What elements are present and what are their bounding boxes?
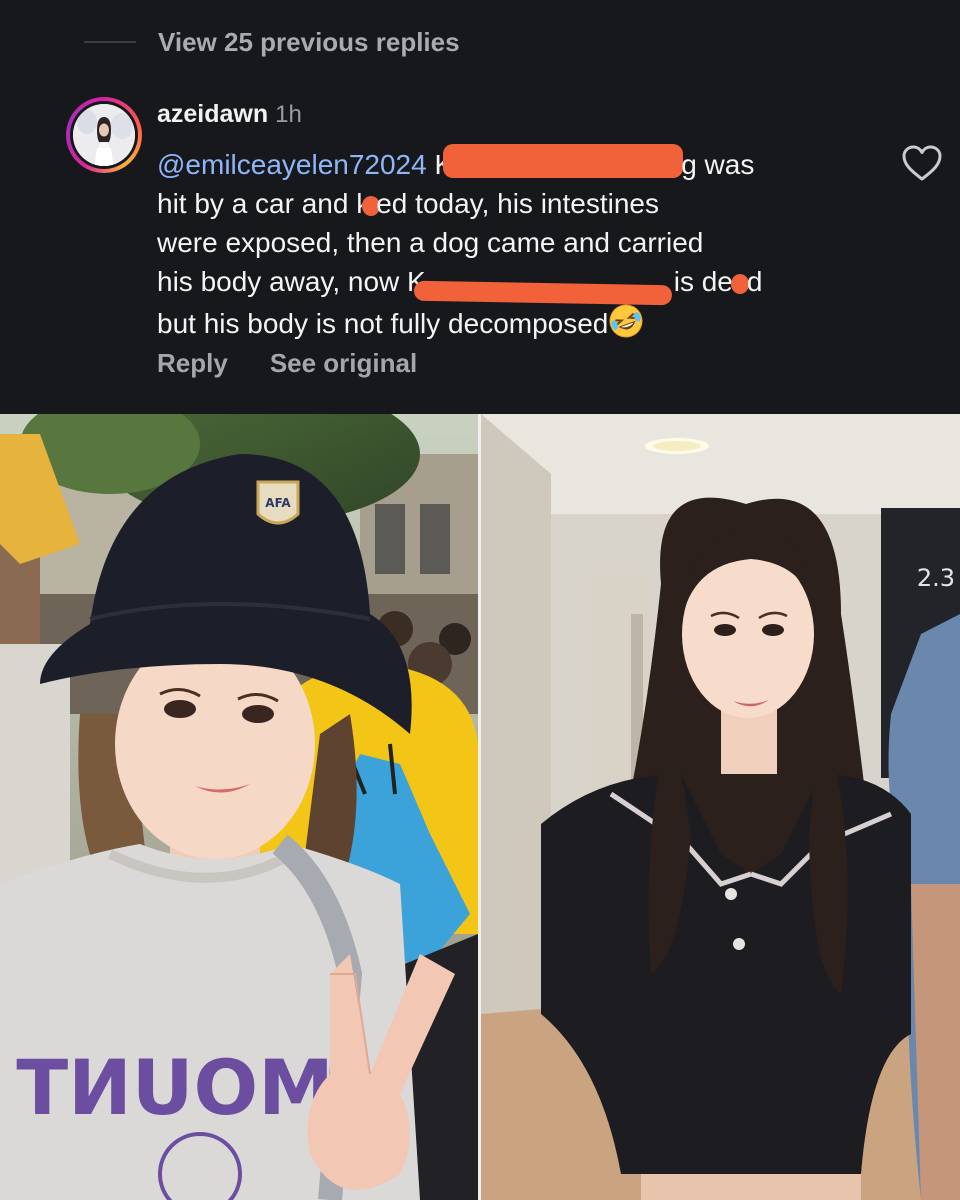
comment-line-5: but his body is not fully decomposed [157, 303, 857, 343]
photo-left: AFA MOUNT [0, 414, 478, 1200]
photo-right: 2.3 [481, 414, 960, 1200]
comment-thread: View 25 previous replies azeidawn 1h @em… [0, 0, 960, 414]
shirt-text: MOUNT [16, 1043, 334, 1132]
mention-link[interactable]: @emilceayelen72024 [157, 149, 427, 180]
avatar[interactable] [66, 97, 142, 173]
avatar-image [73, 104, 135, 166]
comment-line-1: @emilceayelen72024 Kg was [157, 144, 857, 184]
view-previous-replies-button[interactable]: View 25 previous replies [84, 22, 460, 62]
comment-line-3: were exposed, then a dog came and carrie… [157, 227, 704, 258]
redaction-mark [443, 144, 684, 178]
redaction-mark [413, 280, 672, 306]
view-previous-replies-label: View 25 previous replies [158, 26, 460, 57]
heart-icon[interactable] [900, 143, 944, 183]
username[interactable]: azeidawn [157, 100, 268, 129]
reply-button[interactable]: Reply [157, 348, 228, 379]
comment-actions: Reply See original [157, 348, 417, 379]
sign-text: 2.3 [917, 564, 955, 592]
comment-text: @emilceayelen72024 Kg was hit by a car a… [157, 144, 857, 343]
thread-line [84, 41, 136, 43]
comment-line-2: hit by a car and k ed today, his intestin… [157, 188, 659, 219]
comment-header: azeidawn 1h [157, 100, 302, 129]
timestamp: 1h [275, 101, 302, 128]
comment-line-4: his body away, now Kis de d [157, 262, 857, 306]
rolling-on-floor-laughing-emoji [608, 303, 644, 339]
see-original-button[interactable]: See original [270, 348, 417, 379]
hat-badge-text: AFA [265, 496, 291, 510]
